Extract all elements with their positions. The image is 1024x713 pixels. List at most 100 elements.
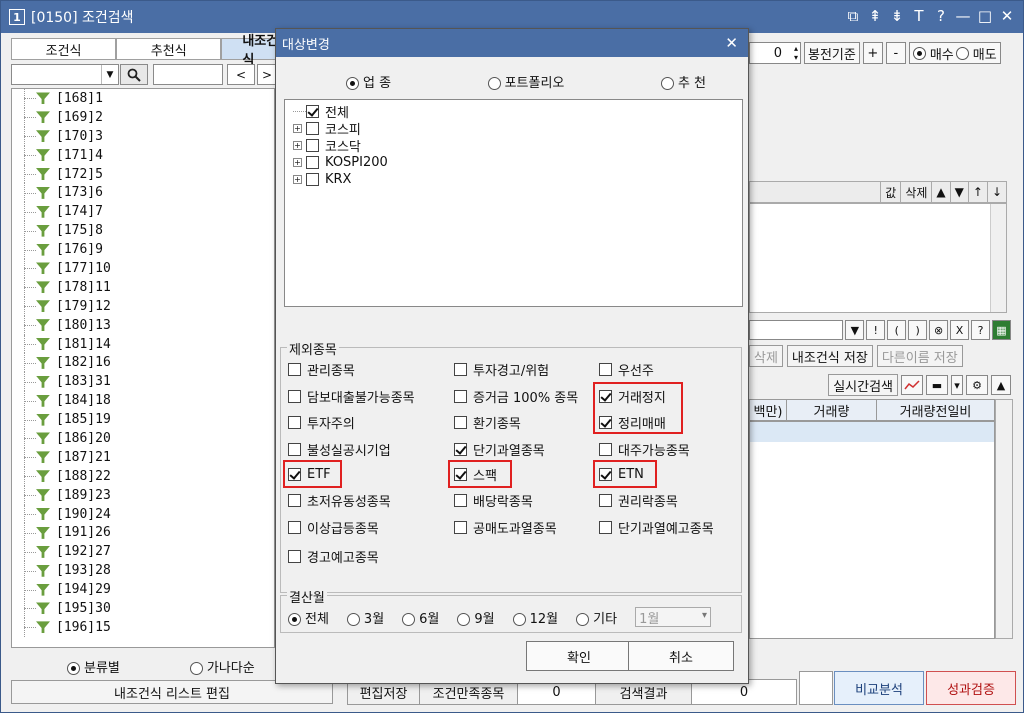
chart-icon[interactable] (901, 375, 923, 395)
xor-icon[interactable]: ⊗ (929, 320, 949, 340)
market-tree-item[interactable]: 전체 (285, 103, 742, 121)
settle-radio[interactable]: 전체 (288, 608, 329, 627)
target-portfolio-radio[interactable]: 포트폴리오 (487, 72, 564, 91)
checkbox[interactable] (306, 105, 319, 118)
settle-radio[interactable]: 12월 (512, 608, 558, 627)
tree-item[interactable]: [182]16 (12, 353, 274, 373)
bong-spinner[interactable]: 0 (749, 42, 801, 64)
exclude-option[interactable]: 환기종목 (454, 413, 521, 432)
exclude-option[interactable]: 공매도과열종목 (454, 518, 557, 537)
sell-radio[interactable] (955, 46, 969, 60)
checkbox[interactable] (288, 493, 301, 507)
minus-button[interactable]: - (885, 42, 906, 64)
delete-column[interactable]: 삭제 (900, 182, 931, 202)
checkbox[interactable] (306, 122, 319, 135)
market-tree-item[interactable]: + 코스피 (285, 120, 742, 138)
plus-button[interactable]: + (862, 42, 883, 64)
exclude-option[interactable]: 관리종목 (288, 360, 355, 379)
target-recommend-radio[interactable]: 추 천 (660, 72, 706, 91)
prev-button[interactable]: < (227, 64, 255, 85)
next-button[interactable]: > (257, 64, 277, 85)
cancel-button[interactable]: 취소 (628, 641, 734, 671)
tree-item[interactable]: [173]6 (12, 183, 274, 203)
exclude-option[interactable]: 초저유동성종목 (288, 491, 391, 510)
selected-row[interactable] (750, 422, 994, 442)
exclude-option[interactable]: 우선주 (599, 360, 654, 379)
search-input[interactable] (153, 64, 223, 85)
collapse-icon[interactable]: ▲ (991, 375, 1011, 395)
chevron-down-icon[interactable]: ▾ (951, 375, 963, 395)
open-paren-icon[interactable]: ( (887, 320, 907, 340)
tree-item[interactable]: [178]11 (12, 277, 274, 297)
tree-item[interactable]: [177]10 (12, 259, 274, 278)
tree-item[interactable]: [188]22 (12, 466, 274, 486)
font-icon[interactable]: T (911, 7, 927, 25)
checkbox[interactable] (599, 493, 612, 507)
expand-icon[interactable]: + (293, 158, 302, 167)
target-sector-radio[interactable]: 업 종 (346, 72, 391, 91)
checkbox[interactable] (454, 389, 467, 403)
save-as-button[interactable]: 다른이름 저장 (876, 345, 963, 367)
exclude-option[interactable]: 권리락종목 (599, 491, 678, 510)
pin-icon[interactable]: ⇟ (889, 7, 905, 25)
tree-item[interactable]: [184]18 (12, 391, 274, 411)
tab-my-condition[interactable]: 내조건식 (221, 34, 281, 68)
market-tree-item[interactable]: + KRX (285, 171, 742, 188)
settle-radio[interactable]: 6월 (402, 608, 439, 627)
expand-icon[interactable]: + (293, 124, 302, 133)
checkbox[interactable] (599, 442, 612, 456)
tree-item[interactable]: [172]5 (12, 164, 274, 184)
checkbox[interactable] (454, 415, 467, 429)
checkbox[interactable] (306, 173, 319, 186)
link-window-icon[interactable]: ⧉ (845, 7, 861, 25)
checkbox[interactable] (306, 139, 319, 152)
realtime-search-button[interactable]: 실시간검색 (828, 374, 898, 396)
exclude-option[interactable]: 배당락종목 (454, 491, 533, 510)
category-combo[interactable]: ▼ (11, 64, 119, 85)
scrollbar[interactable] (995, 399, 1013, 639)
scrollbar[interactable] (990, 204, 1006, 312)
checkbox[interactable] (288, 362, 301, 376)
tree-item[interactable]: [195]30 (12, 599, 274, 618)
buy-radio[interactable] (912, 46, 926, 60)
checkbox[interactable] (288, 520, 301, 534)
move-up-icon[interactable]: ▲ (931, 182, 949, 202)
move-top-icon[interactable]: ↑ (967, 182, 987, 202)
delete-button[interactable]: 삭제 (749, 345, 783, 367)
sort-name-radio[interactable]: 가나다순 (189, 657, 255, 676)
maximize-icon[interactable]: □ (977, 7, 993, 25)
tree-item[interactable]: [194]29 (12, 580, 274, 599)
search-button[interactable] (120, 64, 148, 85)
checkbox[interactable] (454, 442, 467, 456)
tree-item[interactable]: [169]2 (12, 107, 274, 127)
settle-month-select[interactable]: 1월 (635, 607, 712, 627)
exclude-option[interactable]: 증거금 100% 종목 (454, 387, 578, 406)
tree-item[interactable]: [191]26 (12, 523, 274, 543)
chevron-down-icon[interactable]: ▼ (101, 65, 118, 84)
result-grid[interactable] (749, 421, 995, 639)
performance-verify-button[interactable]: 성과검증 (926, 671, 1016, 705)
clear-icon[interactable]: X (950, 320, 970, 340)
tree-item[interactable]: [171]4 (12, 145, 274, 165)
exclude-option[interactable]: 담보대출불가능종목 (288, 387, 415, 406)
tree-item[interactable]: [183]31 (12, 372, 274, 392)
exclude-option[interactable]: 단기과열종목 (454, 440, 545, 459)
checkbox[interactable] (599, 520, 612, 534)
settle-radio[interactable]: 9월 (457, 608, 495, 627)
condition-tree[interactable]: [168]1 [169]2 [170]3 [171]4 [172]5 [173]6 [174… (11, 88, 275, 648)
checkbox[interactable] (288, 442, 301, 456)
move-down-icon[interactable]: ▼ (949, 182, 968, 202)
tree-item[interactable]: [189]23 (12, 485, 274, 505)
tree-item[interactable]: [176]9 (12, 240, 274, 259)
move-bottom-icon[interactable]: ↓ (986, 182, 1006, 202)
excel-icon[interactable]: ▦ (992, 320, 1011, 340)
tree-item[interactable]: [185]19 (12, 410, 274, 429)
exclude-option[interactable]: 경고예고종목 (288, 547, 379, 566)
tree-item[interactable]: [186]20 (12, 429, 274, 448)
tree-item[interactable]: [170]3 (12, 126, 274, 146)
formula-input[interactable] (749, 320, 844, 340)
checkbox[interactable] (288, 415, 301, 429)
compare-analysis-button[interactable]: 비교분석 (834, 671, 924, 705)
exclude-option[interactable]: 이상급등종목 (288, 518, 379, 537)
help-icon[interactable]: ? (971, 320, 990, 340)
